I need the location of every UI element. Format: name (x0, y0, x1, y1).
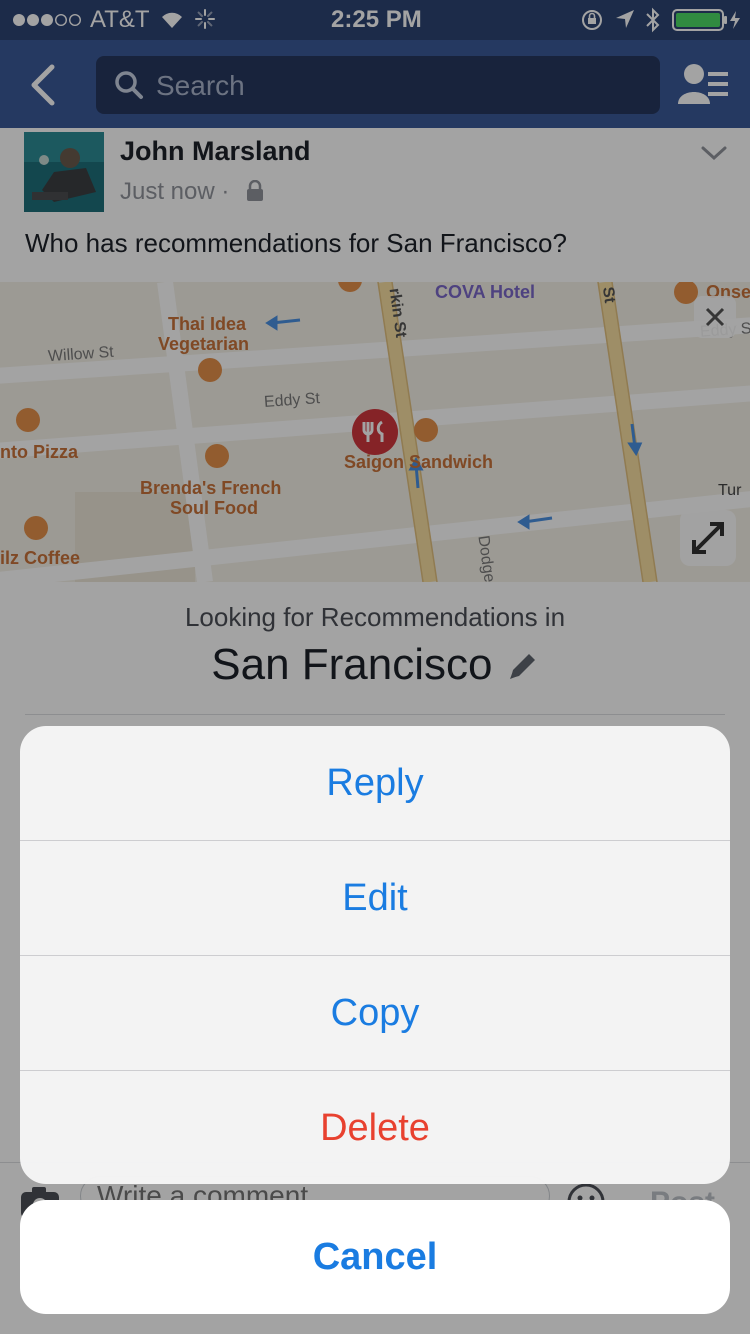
action-sheet: Reply Edit Copy Delete (20, 726, 730, 1184)
cancel-button[interactable]: Cancel (20, 1200, 730, 1314)
delete-button[interactable]: Delete (20, 1071, 730, 1184)
cancel-label: Cancel (312, 1236, 438, 1278)
copy-button[interactable]: Copy (20, 956, 730, 1070)
edit-button[interactable]: Edit (20, 841, 730, 955)
reply-button[interactable]: Reply (20, 726, 730, 840)
